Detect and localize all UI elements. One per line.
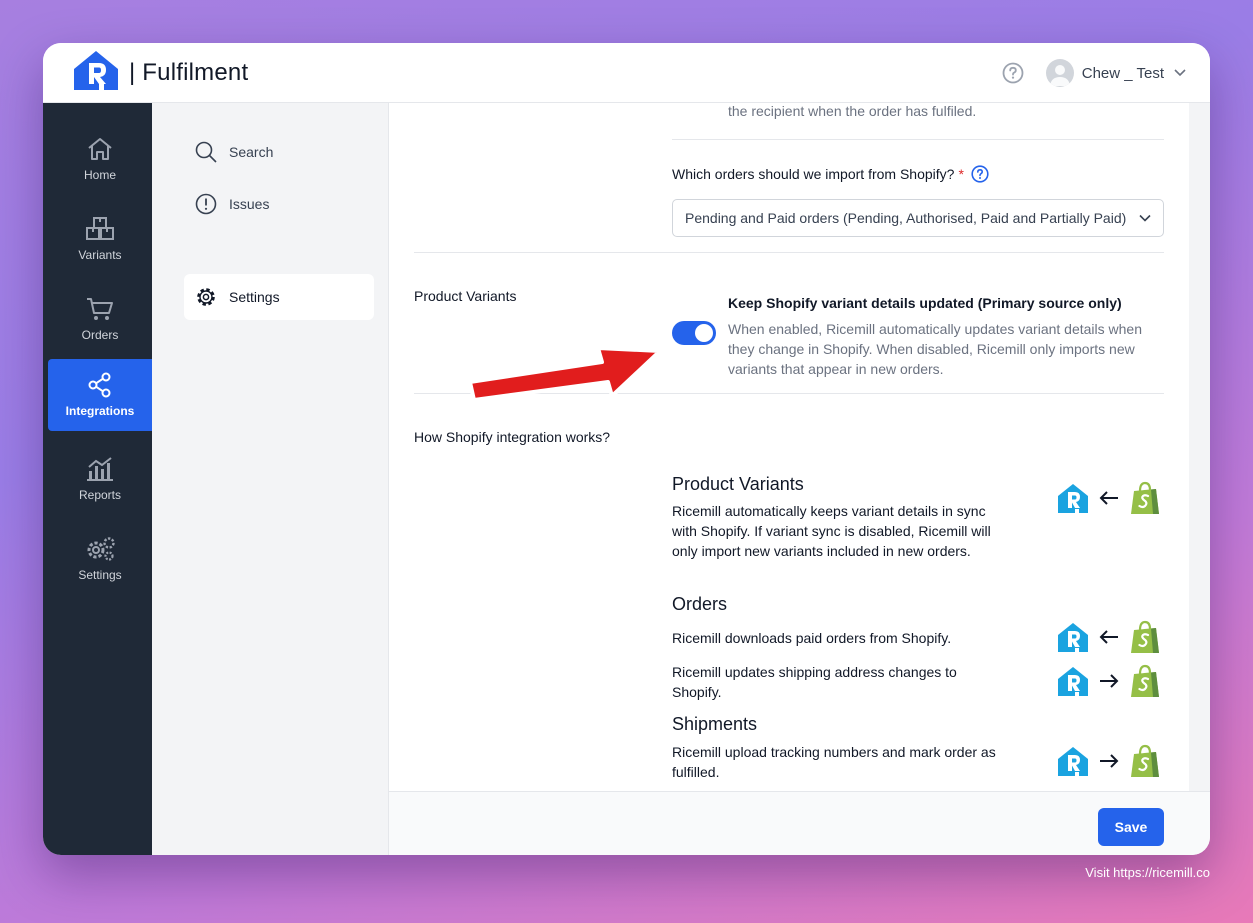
app-window: | Fulfilment Chew _ Test Home Variants O… — [43, 43, 1210, 855]
how-text: Ricemill automatically keeps variant det… — [672, 503, 991, 559]
search-icon — [195, 141, 217, 163]
app-title: | Fulfilment — [129, 58, 249, 86]
chart-bars-icon — [87, 457, 113, 481]
how-text: Ricemill upload tracking numbers and mar… — [672, 744, 996, 780]
main-nav-rail: Home Variants Orders Integrations Report… — [43, 103, 152, 855]
save-button[interactable]: Save — [1098, 808, 1164, 846]
rail-item-home[interactable]: Home — [48, 123, 152, 195]
required-mark: * — [958, 166, 964, 182]
boxes-icon — [86, 217, 114, 240]
ricemill-logo-icon — [1057, 666, 1089, 701]
settings-footer: Save — [389, 791, 1210, 855]
arrow-right-icon — [1099, 754, 1119, 773]
gears-icon — [87, 537, 115, 561]
sync-flow-shopify-to-ricemill — [1057, 481, 1161, 520]
variant-sync-toggle[interactable] — [672, 321, 716, 345]
user-name[interactable]: Chew _ Test — [1082, 65, 1164, 82]
ricemill-logo-icon — [1057, 746, 1089, 781]
integrations-subnav: Search Issues Settings — [152, 103, 389, 855]
divider — [672, 139, 1164, 140]
shopify-bag-icon — [1129, 620, 1161, 659]
import-orders-select[interactable]: Pending and Paid orders (Pending, Author… — [672, 199, 1164, 237]
variant-sync-title: Keep Shopify variant details updated (Pr… — [728, 295, 1122, 311]
rail-item-variants[interactable]: Variants — [48, 203, 152, 275]
gear-icon — [197, 288, 215, 306]
arrow-left-icon — [1099, 630, 1119, 649]
shopify-bag-icon — [1129, 744, 1161, 783]
arrow-left-icon — [1099, 491, 1119, 510]
header-actions: Chew _ Test — [1002, 43, 1186, 103]
help-circle-icon[interactable] — [971, 165, 989, 183]
rail-item-orders[interactable]: Orders — [48, 283, 152, 355]
settings-content: the recipient when the order has fulfile… — [389, 103, 1189, 791]
brand[interactable]: | Fulfilment — [73, 50, 248, 95]
avatar[interactable] — [1045, 59, 1074, 87]
how-text: Ricemill updates shipping address change… — [672, 664, 957, 700]
section-divider — [414, 252, 1164, 253]
sync-flow-ricemill-to-shopify — [1057, 744, 1161, 783]
shopify-bag-icon — [1129, 664, 1161, 703]
how-heading-product-variants: Product Variants — [672, 474, 804, 494]
top-bar: | Fulfilment Chew _ Test — [43, 43, 1210, 103]
previous-option-desc: the recipient when the order has fulfile… — [728, 103, 977, 119]
help-icon[interactable] — [1002, 62, 1024, 84]
subnav-item-search[interactable]: Search — [184, 129, 374, 175]
chevron-down-icon[interactable] — [1174, 64, 1186, 82]
scrollbar-track[interactable] — [1189, 103, 1210, 791]
chevron-down-icon — [1139, 214, 1151, 222]
how-heading-orders: Orders — [672, 594, 728, 614]
how-heading-shipments: Shipments — [672, 714, 758, 734]
arrow-right-icon — [1099, 674, 1119, 693]
annotation-arrow — [468, 346, 662, 402]
product-variants-label: Product Variants — [414, 288, 517, 304]
sync-flow-ricemill-to-shopify — [1057, 664, 1161, 703]
how-text: Ricemill downloads paid orders from Shop… — [672, 630, 952, 646]
home-icon — [88, 138, 112, 160]
rail-item-integrations[interactable]: Integrations — [48, 359, 152, 431]
rail-item-reports[interactable]: Reports — [48, 443, 152, 515]
how-it-works-label: How Shopify integration works? — [414, 429, 611, 445]
ricemill-logo-icon — [1057, 483, 1089, 518]
ricemill-logo-icon — [73, 50, 119, 95]
cart-icon — [87, 298, 113, 320]
watermark: Visit https://ricemill.co — [1085, 865, 1210, 880]
subnav-item-issues[interactable]: Issues — [184, 181, 374, 227]
variant-sync-description: When enabled, Ricemill automatically upd… — [728, 321, 1142, 377]
sync-flow-shopify-to-ricemill — [1057, 620, 1161, 659]
share-nodes-icon — [88, 372, 111, 398]
import-orders-label: Which orders should we import from Shopi… — [672, 165, 989, 183]
toggle-knob — [695, 324, 713, 342]
shopify-bag-icon — [1129, 481, 1161, 520]
exclamation-circle-icon — [195, 193, 217, 215]
rail-item-settings[interactable]: Settings — [48, 523, 152, 595]
subnav-item-settings[interactable]: Settings — [184, 274, 374, 320]
ricemill-logo-icon — [1057, 622, 1089, 657]
